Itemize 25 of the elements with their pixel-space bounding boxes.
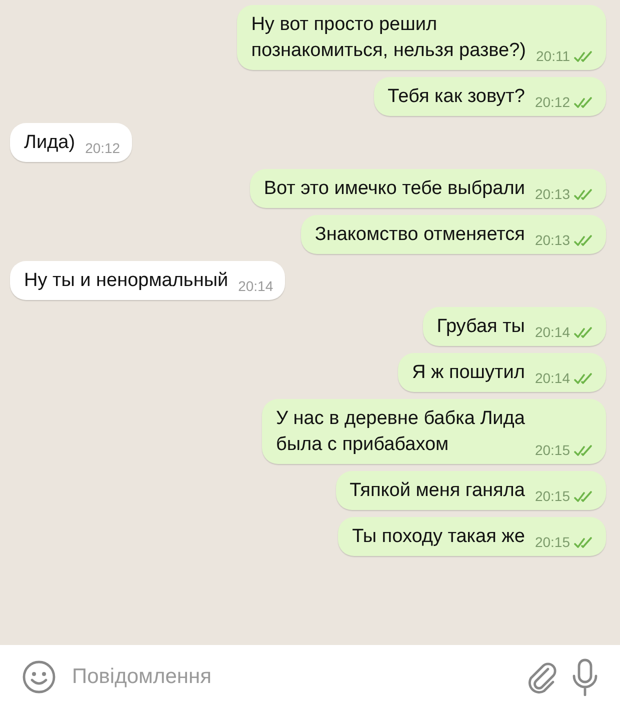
message-time: 20:15 [534,441,570,460]
message-text: Ты походу такая же [352,525,525,549]
message-time: 20:14 [238,277,274,296]
message-text: Ну ты и ненормальный [24,269,228,293]
message-time: 20:13 [534,231,570,250]
message-time: 20:12 [85,139,120,158]
message-text: Лида) [24,131,76,155]
message-time: 20:15 [534,533,570,552]
message-text: У нас в деревне бабка Лида была с прибабахом [276,407,525,457]
message-text: Тебя как зовут? [388,85,525,109]
message-time: 20:13 [534,185,570,204]
message-time: 20:15 [534,487,570,506]
message-text: Я ж пошутил [412,361,525,385]
message-time: 20:14 [534,369,570,388]
paperclip-icon[interactable] [526,660,558,694]
message-text: Грубая ты [436,315,525,339]
message-time: 20:11 [536,47,570,66]
message-text: Тяпкой меня ганяла [350,479,525,503]
message-text: Ну вот просто решил познакомиться, нельзя разве?) [251,13,526,63]
message-time: 20:12 [534,93,570,112]
message-text: Знакомство отменяется [314,223,525,247]
message-text: Вот это имечко тебе выбрали [264,177,525,201]
emoji-icon[interactable] [22,660,56,694]
message-time: 20:14 [534,323,570,342]
microphone-icon[interactable] [572,658,598,696]
